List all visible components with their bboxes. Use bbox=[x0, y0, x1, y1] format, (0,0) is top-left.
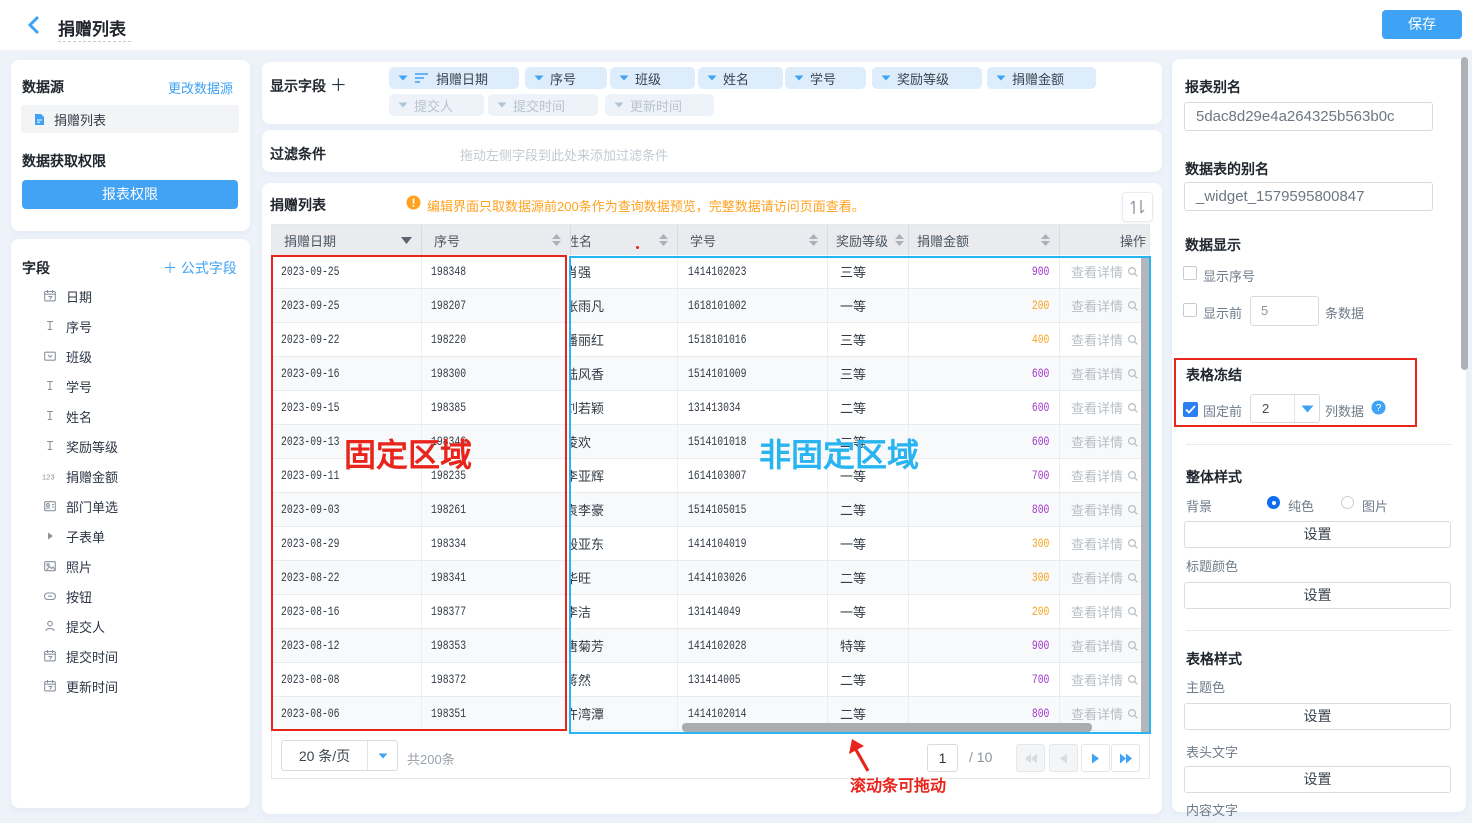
svg-text:123: 123 bbox=[42, 473, 55, 482]
svg-text:?: ? bbox=[1376, 403, 1382, 414]
